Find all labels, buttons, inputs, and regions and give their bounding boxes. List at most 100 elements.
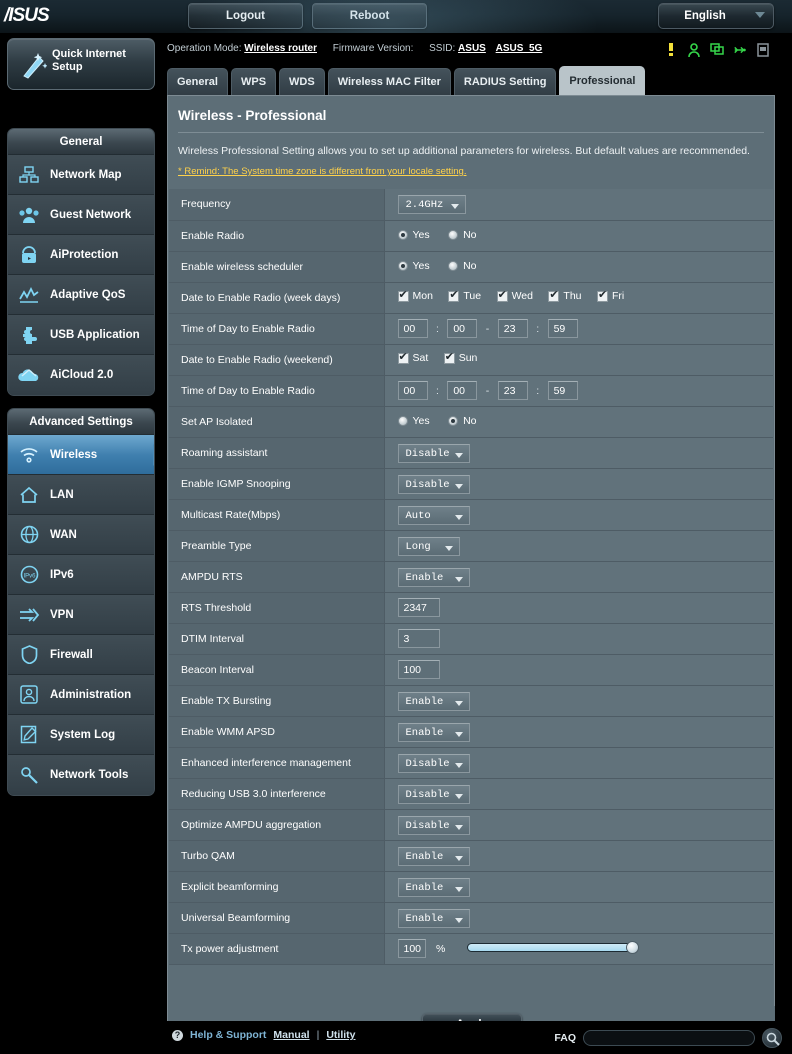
weekend-sat[interactable]: Sat — [397, 351, 428, 364]
multicast-rate-select[interactable]: Auto — [397, 505, 470, 525]
enable-radio-yes-option[interactable]: Yes — [397, 229, 430, 241]
checkbox[interactable] — [596, 289, 608, 302]
logout-button[interactable]: Logout — [188, 3, 303, 29]
checkbox-label: Fri — [611, 290, 625, 302]
sidebar-item-guest-network[interactable]: Guest Network — [8, 195, 154, 235]
sidebar-item-system-log[interactable]: System Log — [8, 715, 154, 755]
sidebar-item-firewall[interactable]: Firewall — [8, 635, 154, 675]
warning-light-icon[interactable] — [664, 42, 678, 58]
radio-no[interactable] — [448, 260, 459, 271]
help-support-link[interactable]: Help & Support — [190, 1029, 266, 1041]
radio-no[interactable] — [448, 229, 459, 240]
sidebar-item-adaptive-qos[interactable]: Adaptive QoS — [8, 275, 154, 315]
manual-link[interactable]: Manual — [273, 1029, 309, 1041]
ampdu-rts-select[interactable]: Enable — [397, 567, 470, 587]
weekday-wed[interactable]: Wed — [496, 289, 533, 302]
weekend-sun[interactable]: Sun — [443, 351, 477, 364]
igmp-snooping-select[interactable]: Disable — [397, 474, 470, 494]
language-select[interactable]: English — [658, 3, 774, 29]
weekday-start-hour-input[interactable]: 00 — [397, 319, 428, 338]
tab-radius-setting[interactable]: RADIUS Setting — [453, 68, 557, 95]
scheduler-yes-option[interactable]: Yes — [397, 260, 430, 272]
tab-professional[interactable]: Professional — [559, 66, 646, 95]
weekend-start-hour-input[interactable]: 00 — [397, 381, 428, 400]
faq-search-input[interactable] — [583, 1030, 755, 1046]
roaming-assistant-select[interactable]: Disable — [397, 443, 470, 463]
reboot-button[interactable]: Reboot — [312, 3, 427, 29]
tab-wireless-mac-filter[interactable]: Wireless MAC Filter — [327, 68, 451, 95]
weekend-end-minute-input[interactable]: 59 — [547, 381, 578, 400]
weekday-thu[interactable]: Thu — [548, 289, 582, 302]
scheduler-no-option[interactable]: No — [448, 260, 477, 272]
enable-radio-no-option[interactable]: No — [448, 229, 477, 241]
radio-no[interactable] — [448, 415, 459, 426]
checkbox[interactable] — [443, 351, 455, 364]
checkbox[interactable] — [397, 289, 409, 302]
sidebar-item-administration[interactable]: Administration — [8, 675, 154, 715]
tab-wds[interactable]: WDS — [279, 68, 325, 95]
sidebar-item-wireless[interactable]: Wireless — [8, 435, 154, 475]
ap-isolated-yes-option[interactable]: Yes — [397, 415, 430, 427]
weekday-end-minute-input[interactable]: 59 — [547, 319, 578, 338]
universal-beamforming-select[interactable]: Enable — [397, 908, 470, 928]
weekday-tue[interactable]: Tue — [448, 289, 481, 302]
tx-power-input[interactable]: 100 — [397, 939, 426, 958]
quick-internet-setup-button[interactable]: Quick Internet Setup — [7, 38, 155, 90]
checkbox[interactable] — [496, 289, 508, 302]
utility-link[interactable]: Utility — [326, 1029, 355, 1041]
qos-chart-icon — [8, 275, 50, 315]
sidebar-item-aicloud[interactable]: AiCloud 2.0 — [8, 355, 154, 395]
guest-user-icon[interactable] — [687, 42, 701, 58]
table-row: Explicit beamforming Enable — [169, 871, 773, 903]
sidebar-item-aiprotection[interactable]: AiProtection — [8, 235, 154, 275]
sidebar-item-wan[interactable]: WAN — [8, 515, 154, 555]
frequency-select[interactable]: 2.4GHz — [397, 195, 466, 215]
weekday-fri[interactable]: Fri — [596, 289, 625, 302]
optimize-ampdu-select[interactable]: Disable — [397, 815, 470, 835]
ssid-5g-value[interactable]: ASUS_5G — [496, 43, 543, 54]
weekday-mon[interactable]: Mon — [397, 289, 433, 302]
operation-mode-value[interactable]: Wireless router — [244, 43, 317, 54]
explicit-beamforming-select[interactable]: Enable — [397, 877, 470, 897]
row-value: Sat Sun — [384, 344, 773, 376]
radio-yes[interactable] — [397, 229, 408, 240]
dtim-interval-input[interactable]: 3 — [397, 629, 440, 648]
table-row: Roaming assistant Disable — [169, 437, 773, 469]
radio-yes[interactable] — [397, 260, 408, 271]
row-label: Enable wireless scheduler — [169, 251, 385, 283]
sidebar-item-network-map[interactable]: Network Map — [8, 155, 154, 195]
sidebar-item-network-tools[interactable]: Network Tools — [8, 755, 154, 795]
turbo-qam-select[interactable]: Enable — [397, 846, 470, 866]
sidebar-item-vpn[interactable]: VPN — [8, 595, 154, 635]
weekend-end-hour-input[interactable]: 23 — [497, 381, 528, 400]
tx-power-slider[interactable] — [466, 941, 639, 955]
sidebar-item-usb-application[interactable]: USB Application — [8, 315, 154, 355]
slider-handle[interactable] — [625, 941, 639, 955]
clients-monitor-icon[interactable] — [710, 42, 724, 58]
sidebar-item-lan[interactable]: LAN — [8, 475, 154, 515]
wmm-apsd-select[interactable]: Enable — [397, 722, 470, 742]
enhanced-interference-select[interactable]: Disable — [397, 753, 470, 773]
usb-icon[interactable] — [733, 42, 747, 58]
search-icon[interactable] — [762, 1028, 782, 1048]
usb3-interference-select[interactable]: Disable — [397, 784, 470, 804]
time-zone-remind-notice[interactable]: * Remind: The System time zone is differ… — [178, 166, 466, 177]
beacon-interval-input[interactable]: 100 — [397, 660, 440, 679]
sidebar-item-ipv6[interactable]: IPv6 IPv6 — [8, 555, 154, 595]
tab-general[interactable]: General — [167, 68, 228, 95]
ssid-24-value[interactable]: ASUS — [458, 43, 486, 54]
tx-bursting-select[interactable]: Enable — [397, 691, 470, 711]
checkbox[interactable] — [397, 351, 409, 364]
weekend-start-minute-input[interactable]: 00 — [447, 381, 478, 400]
preamble-type-select[interactable]: Long — [397, 536, 460, 556]
tab-wps[interactable]: WPS — [230, 68, 277, 95]
printer-icon[interactable] — [756, 42, 770, 58]
checkbox[interactable] — [548, 289, 560, 302]
rts-threshold-input[interactable]: 2347 — [397, 598, 440, 617]
weekday-end-hour-input[interactable]: 23 — [497, 319, 528, 338]
checkbox[interactable] — [448, 289, 460, 302]
radio-yes[interactable] — [397, 415, 408, 426]
weekday-start-minute-input[interactable]: 00 — [447, 319, 478, 338]
table-row: DTIM Interval 3 — [169, 623, 773, 655]
ap-isolated-no-option[interactable]: No — [448, 415, 477, 427]
